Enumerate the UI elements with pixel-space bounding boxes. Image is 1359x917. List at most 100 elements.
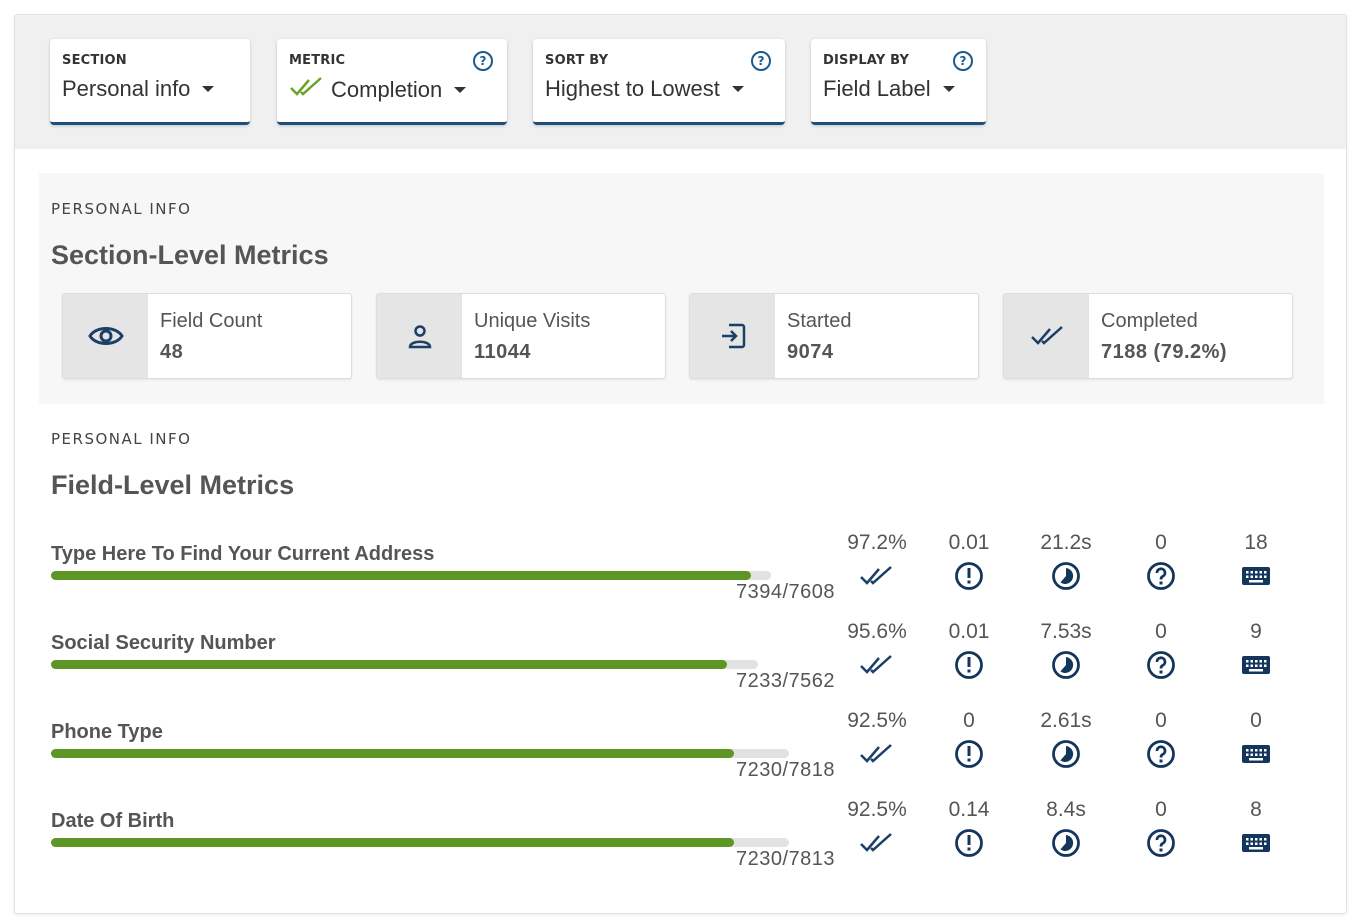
completion-bar-fill (51, 571, 751, 580)
double-check-icon (289, 76, 323, 104)
completion-bar-track (51, 571, 771, 580)
eye-icon (63, 294, 148, 378)
section-dropdown[interactable]: SECTION Personal info (50, 39, 250, 125)
keyboard-icon (1211, 559, 1301, 593)
field-row[interactable]: Type Here To Find Your Current Address 73… (51, 531, 1311, 623)
double-check-icon (832, 737, 922, 771)
keyboard-icon (1211, 737, 1301, 771)
metric-time: 8.4s (1021, 798, 1111, 860)
clock-icon (1021, 648, 1111, 682)
display-dropdown[interactable]: DISPLAY BY ? Field Label (811, 39, 986, 125)
metrics-card: SECTION Personal info METRIC ? Completio… (14, 14, 1347, 914)
double-check-icon (832, 826, 922, 860)
metric-value: 0 (963, 709, 975, 732)
alert-icon (924, 559, 1014, 593)
metric-value: 0 (1250, 709, 1262, 732)
alert-icon (924, 826, 1014, 860)
clock-icon (1021, 737, 1111, 771)
metric-value: 92.5% (847, 798, 907, 821)
metric-value: 2.61s (1040, 709, 1092, 732)
completion-bar-fill (51, 660, 727, 669)
sort-dropdown[interactable]: SORT BY ? Highest to Lowest (533, 39, 785, 125)
stat-started: Started 9074 (689, 293, 979, 379)
stat-label: Started (787, 310, 852, 332)
metric-value: 0.01 (948, 620, 990, 643)
clock-icon (1021, 559, 1111, 593)
alert-icon (924, 737, 1014, 771)
stat-label: Field Count (160, 310, 263, 332)
field-overline: PERSONAL INFO (51, 430, 192, 448)
field-ratio: 7394/7608 (735, 581, 835, 603)
metric-value: 0 (1155, 531, 1167, 554)
section-overline: PERSONAL INFO (51, 200, 192, 218)
field-row[interactable]: Date Of Birth 7230/7813 92.5% 0.14 8.4s 0 8 (51, 798, 1311, 890)
field-row[interactable]: Phone Type 7230/7818 92.5% 0 2.61s 0 0 (51, 709, 1311, 801)
double-check-icon (1004, 294, 1089, 378)
keyboard-icon (1211, 826, 1301, 860)
metric-completion: 92.5% (832, 709, 922, 771)
stat-value: 9074 (787, 341, 834, 363)
field-ratio: 7230/7813 (735, 848, 835, 870)
field-row[interactable]: Social Security Number 7233/7562 95.6% 0.01… (51, 620, 1311, 712)
help-icon[interactable] (1116, 737, 1206, 771)
metric-errors: 0.01 (924, 620, 1014, 682)
field-ratio: 7230/7818 (735, 759, 835, 781)
metric-value: 0 (1155, 620, 1167, 643)
field-name: Social Security Number (51, 632, 276, 654)
metric-label: METRIC (289, 53, 346, 68)
metric-help: 0 (1116, 798, 1206, 860)
help-icon[interactable] (1116, 648, 1206, 682)
section-label: SECTION (62, 53, 127, 68)
metric-completion: 92.5% (832, 798, 922, 860)
metric-value: 92.5% (847, 709, 907, 732)
metric-time: 7.53s (1021, 620, 1111, 682)
metric-value: 0 (1155, 798, 1167, 821)
section-value: Personal info (62, 76, 191, 101)
metric-value: 8.4s (1046, 798, 1086, 821)
metric-completion: 97.2% (832, 531, 922, 593)
stat-completed: Completed 7188 (79.2%) (1003, 293, 1293, 379)
chevron-down-icon (454, 87, 467, 93)
metric-value: 8 (1250, 798, 1262, 821)
metric-value: 95.6% (847, 620, 907, 643)
metric-value: 9 (1250, 620, 1262, 643)
metric-dropdown[interactable]: METRIC ? Completion (277, 39, 507, 125)
metric-keystrokes: 0 (1211, 709, 1301, 771)
help-icon[interactable]: ? (953, 51, 973, 71)
stat-unique-visits: Unique Visits 11044 (376, 293, 666, 379)
help-icon[interactable]: ? (751, 51, 771, 71)
metric-keystrokes: 8 (1211, 798, 1301, 860)
double-check-icon (832, 648, 922, 682)
stat-value: 48 (160, 341, 184, 363)
help-icon[interactable] (1116, 826, 1206, 860)
metric-value: 97.2% (847, 531, 907, 554)
stat-field-count: Field Count 48 (62, 293, 352, 379)
field-name: Phone Type (51, 721, 163, 743)
completion-bar-fill (51, 749, 734, 758)
field-name: Type Here To Find Your Current Address (51, 543, 435, 565)
completion-bar-fill (51, 838, 734, 847)
metric-errors: 0 (924, 709, 1014, 771)
completion-bar-track (51, 838, 789, 847)
help-icon[interactable]: ? (473, 51, 493, 71)
metric-value: 18 (1244, 531, 1268, 554)
completion-bar-track (51, 660, 758, 669)
completion-bar-track (51, 749, 789, 758)
metric-value: 0 (1155, 709, 1167, 732)
stat-label: Unique Visits (474, 310, 591, 332)
metric-keystrokes: 18 (1211, 531, 1301, 593)
help-icon[interactable] (1116, 559, 1206, 593)
display-label: DISPLAY BY (823, 53, 910, 68)
metric-value: 21.2s (1040, 531, 1092, 554)
metric-help: 0 (1116, 620, 1206, 682)
stat-value: 11044 (474, 341, 532, 363)
metric-time: 2.61s (1021, 709, 1111, 771)
double-check-icon (832, 559, 922, 593)
stat-label: Completed (1101, 310, 1198, 332)
metric-keystrokes: 9 (1211, 620, 1301, 682)
metric-errors: 0.01 (924, 531, 1014, 593)
metric-time: 21.2s (1021, 531, 1111, 593)
field-name: Date Of Birth (51, 810, 175, 832)
field-title: Field-Level Metrics (51, 470, 295, 500)
sort-label: SORT BY (545, 53, 609, 68)
